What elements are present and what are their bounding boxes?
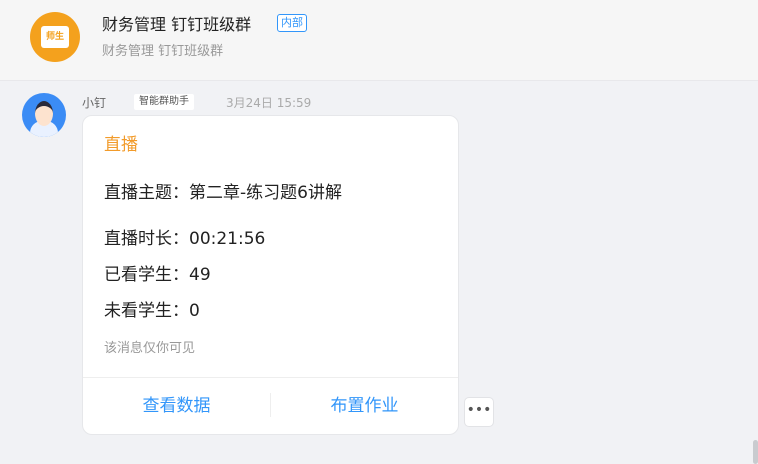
group-subtitle: 财务管理 钉钉班级群 [102, 44, 224, 59]
internal-badge: 内部 [277, 14, 307, 32]
book-icon: 师生 [41, 26, 69, 48]
watched-students: 已看学生：49 [104, 265, 211, 285]
group-avatar[interactable]: 师生 [30, 12, 80, 62]
visibility-note: 该消息仅你可见 [104, 341, 196, 356]
live-topic: 直播主题：第二章-练习题6讲解 [104, 183, 342, 203]
more-icon: ••• [466, 402, 492, 418]
bot-avatar[interactable] [22, 93, 66, 137]
live-stream-card: 直播 直播主题：第二章-练习题6讲解 直播时长：00:21:56 已看学生：49… [82, 115, 459, 435]
message-time: 3月24日 15:59 [226, 96, 312, 110]
unwatched-students: 未看学生：0 [104, 301, 200, 321]
scrollbar[interactable] [753, 440, 758, 464]
more-options-button[interactable]: ••• [464, 397, 494, 427]
sender-name[interactable]: 小钉 [82, 94, 106, 111]
view-data-button[interactable]: 查看数据 [83, 378, 270, 434]
group-title[interactable]: 财务管理 钉钉班级群 [102, 11, 251, 35]
live-duration: 直播时长：00:21:56 [104, 229, 266, 249]
role-tag: 智能群助手 [134, 94, 194, 110]
assign-homework-button[interactable]: 布置作业 [271, 378, 458, 434]
chat-header: 师生 财务管理 钉钉班级群 内部 财务管理 钉钉班级群 [0, 0, 758, 81]
card-title: 直播 [104, 135, 138, 155]
avatar-face [35, 101, 53, 126]
